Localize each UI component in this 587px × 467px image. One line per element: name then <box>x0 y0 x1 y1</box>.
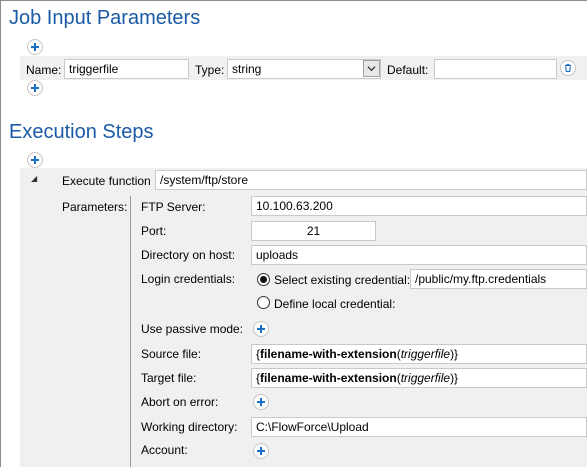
source-function-name: filename-with-extension <box>260 347 397 361</box>
parameters-label: Parameters: <box>62 200 128 214</box>
plus-icon <box>257 447 265 455</box>
parameters-divider <box>130 196 131 467</box>
passive-mode-add-button[interactable] <box>253 321 269 337</box>
target-file-label: Target file: <box>141 371 197 385</box>
passive-mode-label: Use passive mode: <box>141 322 244 336</box>
default-label: Default: <box>387 63 429 77</box>
source-file-input[interactable]: {filename-with-extension(triggerfile)} <box>251 344 587 364</box>
target-file-input[interactable]: {filename-with-extension(triggerfile)} <box>251 368 587 388</box>
working-directory-input[interactable]: C:\FlowForce\Upload <box>251 417 587 437</box>
add-parameter-top-button[interactable] <box>27 39 43 55</box>
plus-icon <box>31 43 39 51</box>
target-function-arg: triggerfile <box>400 371 451 385</box>
account-label: Account: <box>141 443 188 457</box>
source-close: )} <box>450 347 459 361</box>
define-local-label: Define local credential: <box>274 297 396 311</box>
chevron-down-icon <box>367 66 376 72</box>
abort-on-error-label: Abort on error: <box>141 395 219 409</box>
plus-icon <box>31 156 39 164</box>
abort-on-error-add-button[interactable] <box>253 394 269 410</box>
type-select-value: string <box>232 62 262 76</box>
plus-icon <box>257 398 265 406</box>
port-input[interactable]: 21 <box>251 221 376 241</box>
target-function-name: filename-with-extension <box>260 371 397 385</box>
execution-steps-heading: Execution Steps <box>9 121 154 143</box>
type-select[interactable]: string <box>227 59 381 79</box>
directory-input[interactable]: uploads <box>251 245 587 265</box>
trash-icon <box>565 63 571 73</box>
plus-icon <box>31 84 39 92</box>
execute-function-label: Execute function <box>62 174 151 188</box>
expand-triangle-icon[interactable]: ◢ <box>31 174 37 183</box>
port-label: Port: <box>141 224 167 238</box>
working-directory-label: Working directory: <box>141 420 238 434</box>
target-close: )} <box>450 371 459 385</box>
plus-icon <box>257 325 265 333</box>
add-step-button[interactable] <box>27 152 43 168</box>
source-function-arg: triggerfile <box>400 347 451 361</box>
define-local-radio[interactable] <box>257 296 270 309</box>
source-file-label: Source file: <box>141 347 202 361</box>
execute-function-input[interactable]: /system/ftp/store <box>155 170 587 190</box>
name-input[interactable]: triggerfile <box>64 59 189 79</box>
name-label: Name: <box>26 63 62 77</box>
account-add-button[interactable] <box>253 443 269 459</box>
directory-label: Directory on host: <box>141 248 236 262</box>
ftp-server-label: FTP Server: <box>141 200 206 214</box>
login-credentials-label: Login credentials: <box>141 272 236 286</box>
add-parameter-bottom-button[interactable] <box>27 80 43 96</box>
type-dropdown-button[interactable] <box>363 60 380 77</box>
credential-input[interactable]: /public/my.ftp.credentials <box>410 269 587 289</box>
delete-parameter-button[interactable] <box>560 60 576 76</box>
type-label: Type: <box>195 63 225 77</box>
job-input-parameters-heading: Job Input Parameters <box>9 7 201 29</box>
default-input[interactable] <box>434 59 557 79</box>
select-existing-radio[interactable] <box>257 273 270 286</box>
ftp-server-input[interactable]: 10.100.63.200 <box>251 196 587 216</box>
select-existing-label: Select existing credential: <box>274 273 411 287</box>
